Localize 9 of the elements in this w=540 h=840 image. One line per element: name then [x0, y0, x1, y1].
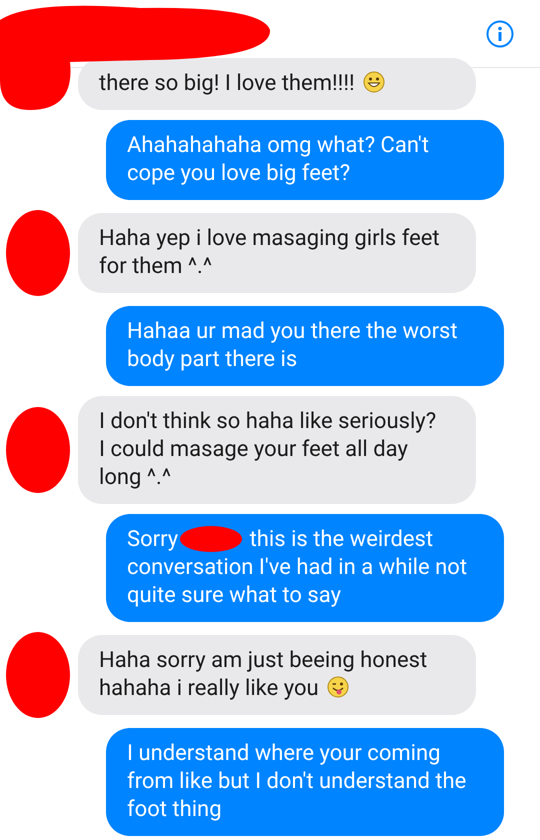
- info-icon[interactable]: [486, 20, 514, 48]
- received-message: there so big! I love them!!!!: [78, 58, 476, 110]
- sent-message: Ahahahahaha omg what? Can't cope you love big feet?: [106, 120, 504, 200]
- received-message: Haha yep i love masaging girls feet for them ^.^: [78, 213, 476, 293]
- sent-message: I understand where your coming from like but I don't understand the foot thing: [106, 728, 504, 836]
- sent-message: Hahaa ur mad you there the worst body part there is: [106, 306, 504, 386]
- sent-message: Sorry this is the weirdest conversation I've had in a while not quite sure what to say: [106, 514, 504, 622]
- received-message: I don't think so haha like seriously? I could masage your feet all day long ^.^: [78, 396, 476, 504]
- received-message: Haha sorry am just beeing honest hahaha i really like you: [78, 635, 476, 715]
